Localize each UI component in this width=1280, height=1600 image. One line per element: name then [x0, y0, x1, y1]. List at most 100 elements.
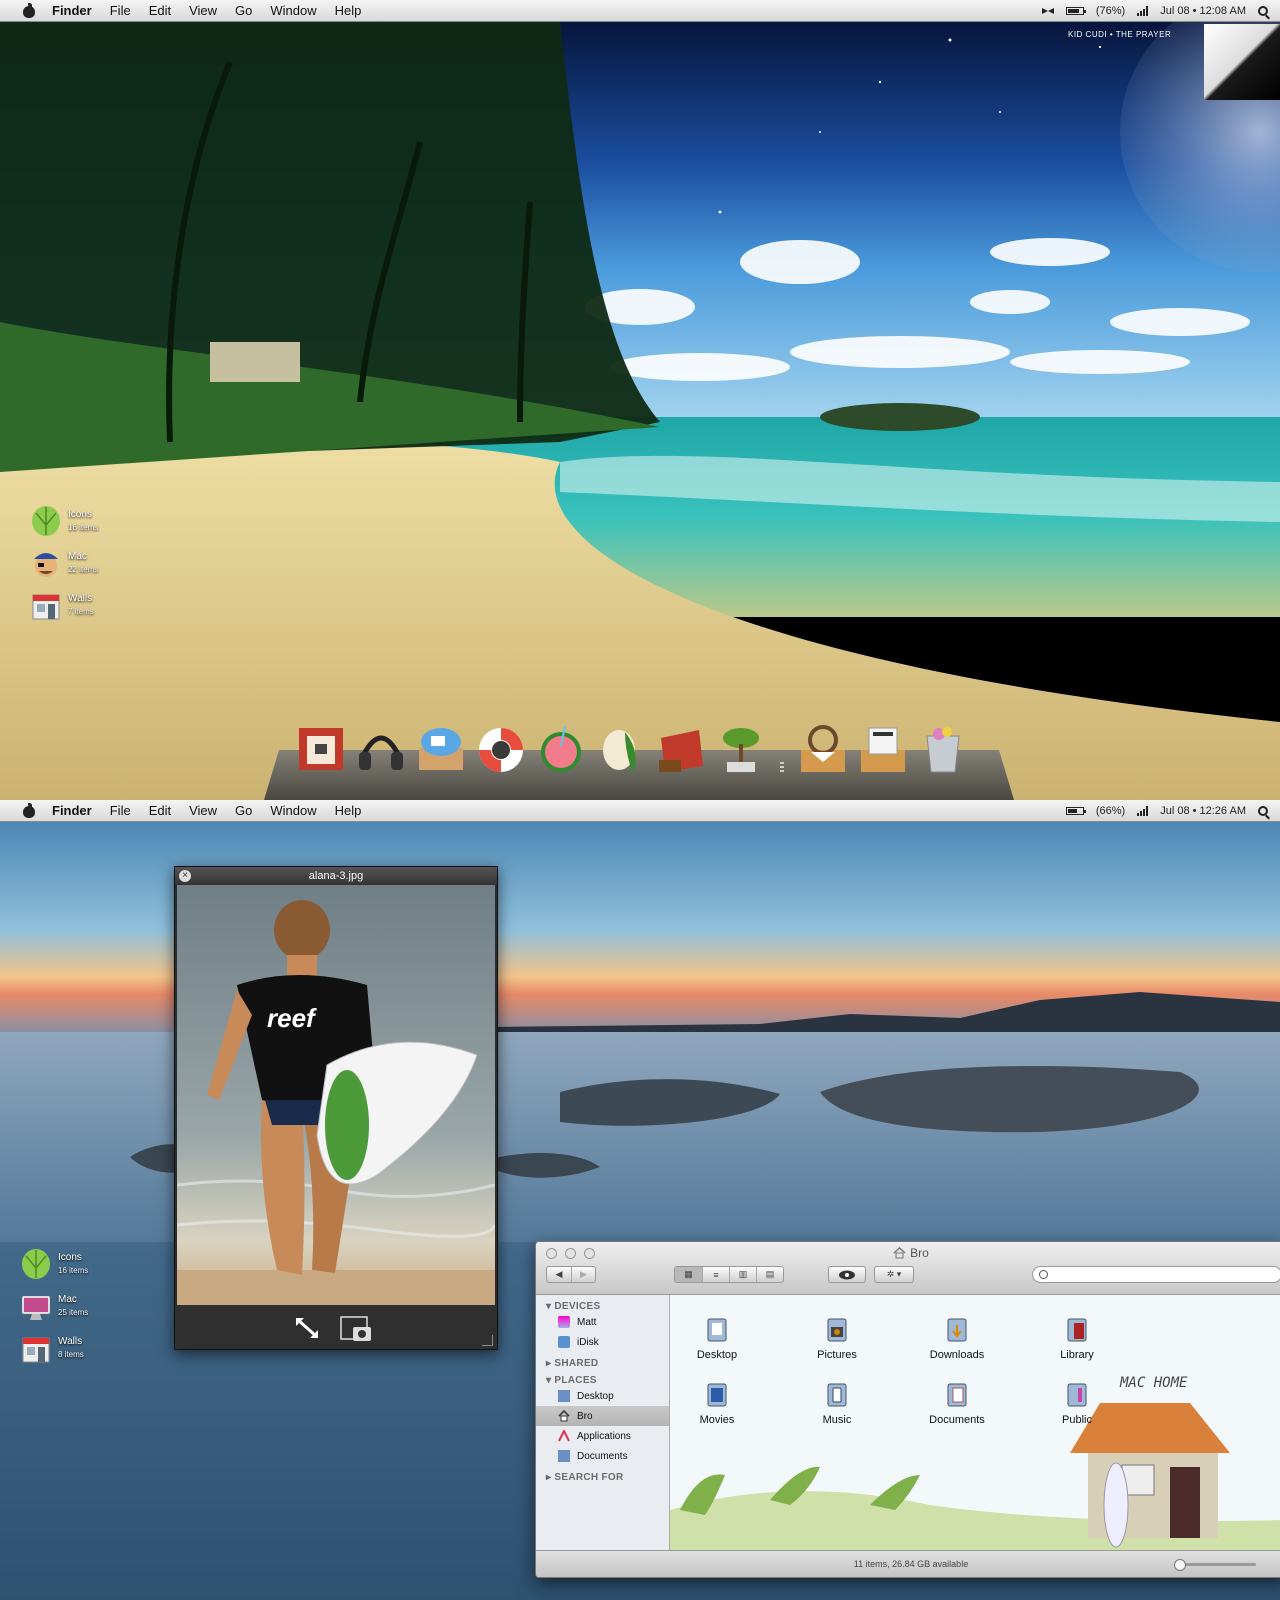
wallpaper-credit: KID CUDI • THE PRAYER [1068, 30, 1172, 39]
house-icon [558, 1409, 570, 1422]
sidebar-item-idisk[interactable]: iDisk [536, 1332, 669, 1352]
menu-finder[interactable]: Finder [52, 803, 92, 818]
menu-clock[interactable]: Jul 08 • 12:26 AM [1160, 805, 1246, 817]
folder-label: Movies [699, 1414, 735, 1426]
icon-size-slider[interactable] [1174, 1559, 1256, 1571]
menu-clock[interactable]: Jul 08 • 12:08 AM [1160, 5, 1246, 17]
egg-leaf-icon[interactable] [595, 722, 647, 776]
idisk-icon [558, 1336, 570, 1348]
desktop-icon-walls[interactable]: Walls 7 items [30, 589, 98, 621]
pictures-folder-icon [826, 1317, 848, 1343]
fullscreen-icon[interactable] [293, 1315, 321, 1341]
quicklook-window[interactable]: × alana-3.jpg reef [174, 866, 498, 1350]
action-menu-button[interactable]: ✲ ▾ [874, 1266, 914, 1283]
desktop-icon-walls[interactable]: Walls 8 items [20, 1332, 88, 1364]
spotlight-icon[interactable] [1258, 806, 1268, 816]
menu-help[interactable]: Help [335, 3, 362, 18]
battery-percent[interactable]: (66%) [1096, 805, 1125, 817]
sidebar-item-label: Matt [577, 1316, 597, 1328]
slider-knob[interactable] [1174, 1559, 1186, 1571]
leaf-icon [30, 505, 62, 537]
folder-downloads[interactable]: Downloads [912, 1317, 1002, 1361]
laptop-icon [558, 1316, 570, 1328]
sidebar-header-shared[interactable]: ▸ SHARED [546, 1358, 669, 1369]
folder-library[interactable]: Library [1032, 1317, 1122, 1361]
menu-window[interactable]: Window [270, 3, 316, 18]
quicklook-titlebar[interactable]: × alana-3.jpg [175, 867, 497, 885]
movies-folder-icon [706, 1382, 728, 1408]
desktop-icon-mac[interactable]: Mac 25 items [20, 1290, 88, 1322]
finder-window[interactable]: Bro ◀ ▶ ▦ ≡ ▥ ▤ ✲ ▾ ▾ DEVICES Matt iDisk… [535, 1241, 1280, 1578]
sidebar-item-matt[interactable]: Matt [536, 1312, 669, 1332]
menu-bar: Finder File Edit View Go Window Help (76… [0, 0, 1280, 22]
menu-file[interactable]: File [110, 3, 131, 18]
apple-menu-icon[interactable] [22, 3, 36, 18]
menu-view[interactable]: View [189, 3, 217, 18]
sidebar-header-search-for[interactable]: ▸ SEARCH FOR [546, 1472, 669, 1483]
downloads-folder-icon [946, 1317, 968, 1343]
list-view-icon[interactable]: ≡ [703, 1267, 730, 1282]
shirt-brand-text: reef [267, 1003, 317, 1033]
menu-go[interactable]: Go [235, 803, 252, 818]
forward-icon[interactable]: ▶ [572, 1267, 595, 1282]
folder-movies[interactable]: Movies [672, 1382, 762, 1426]
desktop-icon-count: 22 items [68, 565, 99, 574]
icon-view-icon[interactable]: ▦ [675, 1267, 703, 1282]
add-to-iphoto-icon[interactable] [339, 1313, 373, 1343]
ship-wheel-box-icon[interactable] [797, 722, 849, 776]
spotlight-icon[interactable] [1258, 6, 1268, 16]
menu-edit[interactable]: Edit [149, 3, 171, 18]
resize-grip-icon[interactable] [482, 1335, 493, 1346]
bowtie-icon[interactable] [1041, 8, 1054, 14]
times-news-box-icon[interactable] [857, 722, 909, 776]
apple-menu-icon[interactable] [22, 803, 36, 818]
folder-public[interactable]: Public [1032, 1382, 1122, 1426]
menu-window[interactable]: Window [270, 803, 316, 818]
menu-file[interactable]: File [110, 803, 131, 818]
desktop-icon-label: Mac [58, 1294, 77, 1305]
menu-help[interactable]: Help [335, 803, 362, 818]
battery-icon[interactable] [1065, 807, 1086, 815]
sidebar-item-bro[interactable]: Bro [536, 1406, 669, 1426]
dock [295, 722, 969, 776]
desktop-icon-icons[interactable]: Icons 16 items [20, 1248, 88, 1280]
headphones-icon[interactable] [355, 722, 407, 776]
folder-documents[interactable]: Documents [912, 1382, 1002, 1426]
house-icon [893, 1246, 906, 1262]
bonsai-icon[interactable] [715, 722, 767, 776]
sidebar-header-places[interactable]: ▾ PLACES [546, 1375, 669, 1386]
desktop-icon-icons[interactable]: Icons 16 items [30, 505, 98, 537]
status-area: (76%) Jul 08 • 12:08 AM [1030, 0, 1280, 22]
wifi-signal-icon[interactable] [1137, 6, 1149, 16]
back-icon[interactable]: ◀ [547, 1267, 572, 1282]
sidebar-item-label: Applications [577, 1430, 631, 1442]
folder-pictures[interactable]: Pictures [792, 1317, 882, 1361]
menu-edit[interactable]: Edit [149, 803, 171, 818]
wifi-signal-icon[interactable] [1137, 806, 1149, 816]
battery-icon[interactable] [1065, 7, 1086, 15]
sidebar-item-applications[interactable]: Applications [536, 1426, 669, 1446]
sidebar-item-desktop[interactable]: Desktop [536, 1386, 669, 1406]
trash-icon[interactable] [917, 722, 969, 776]
menu-view[interactable]: View [189, 803, 217, 818]
ichat-icon[interactable] [415, 722, 467, 776]
folder-music[interactable]: Music [792, 1382, 882, 1426]
battery-percent[interactable]: (76%) [1096, 5, 1125, 17]
quicklook-button[interactable] [828, 1266, 866, 1283]
topic-bag-icon[interactable] [655, 722, 707, 776]
theater-icon[interactable] [295, 722, 347, 776]
search-input[interactable] [1032, 1266, 1280, 1283]
menu-finder[interactable]: Finder [52, 3, 92, 18]
sidebar-item-documents[interactable]: Documents [536, 1446, 669, 1466]
menu-go[interactable]: Go [235, 3, 252, 18]
desktop-icon-mac[interactable]: Mac 22 items [30, 547, 98, 579]
folder-desktop[interactable]: Desktop [672, 1317, 762, 1361]
column-view-icon[interactable]: ▥ [730, 1267, 757, 1282]
sidebar-header-devices[interactable]: ▾ DEVICES [546, 1301, 669, 1312]
lifebuoy-icon[interactable] [475, 722, 527, 776]
battery-level [1067, 9, 1079, 13]
close-icon[interactable]: × [179, 870, 191, 882]
watermelon-icon[interactable] [535, 722, 587, 776]
coverflow-view-icon[interactable]: ▤ [757, 1267, 783, 1282]
store-icon [20, 1332, 52, 1364]
